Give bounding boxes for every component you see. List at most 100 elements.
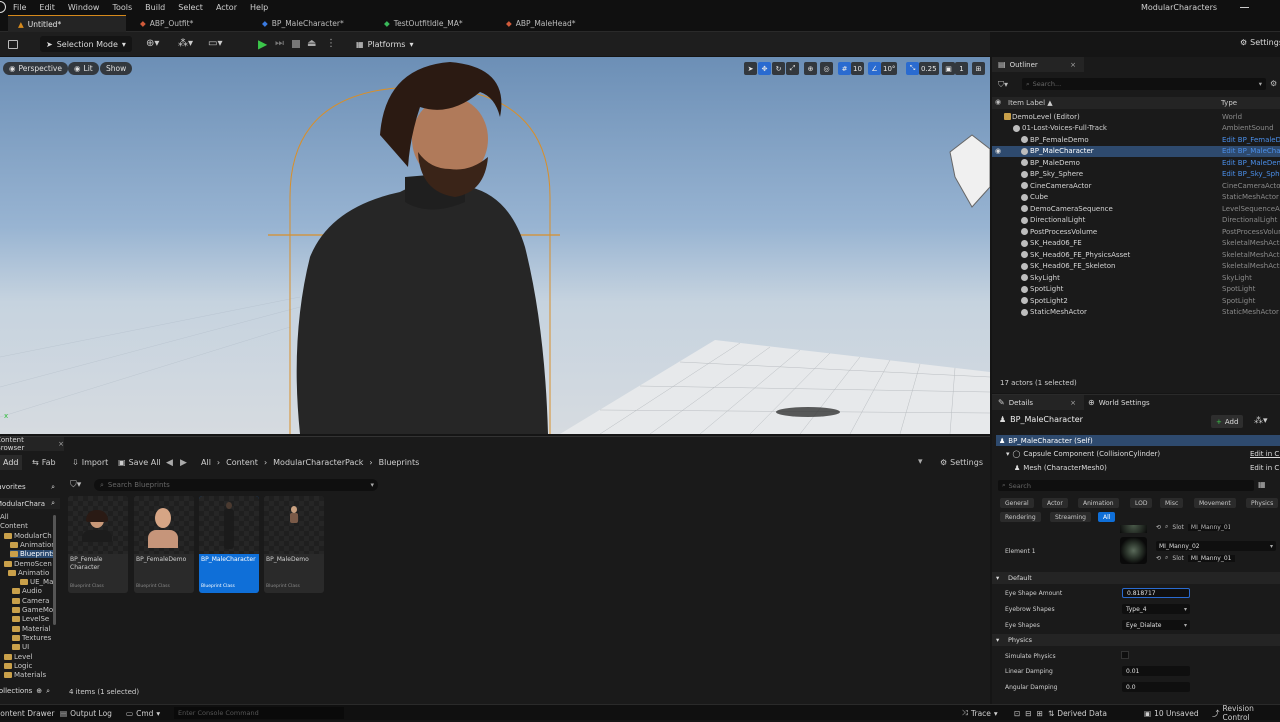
chevron-down-icon[interactable]: ▾: [918, 457, 923, 467]
outliner-row[interactable]: 01-Lost-Voices-Full-TrackAmbientSound: [992, 123, 1280, 135]
add-actor-icon[interactable]: ⊕▾: [146, 38, 159, 49]
folder-item[interactable]: Animation: [10, 541, 56, 549]
tab-bp-malecharacter[interactable]: ◆ BP_MaleCharacter*: [252, 15, 354, 32]
visibility-eye-icon[interactable]: ◉: [995, 147, 1001, 155]
revision-control-button[interactable]: ⤴ Revision Control: [1212, 705, 1280, 721]
trace-button[interactable]: ⤨ Trace ▾: [962, 705, 998, 721]
angular-damping-input[interactable]: 0.0: [1122, 682, 1190, 692]
outliner-row[interactable]: SK_Head06_FE_SkeletonSkeletalMeshActor: [992, 261, 1280, 273]
platforms-button[interactable]: ▦ Platforms ▾: [350, 36, 419, 52]
blueprint-options-icon[interactable]: ⁂▾: [1254, 416, 1268, 426]
outliner-row[interactable]: SpotLight2SpotLight: [992, 295, 1280, 307]
unreal-logo-icon[interactable]: [0, 1, 6, 13]
tab-testoutfitidle[interactable]: ◆ TestOutfitIdle_MA*: [374, 15, 473, 32]
eye-shapes-select[interactable]: Eye_Dialate ▾: [1122, 620, 1190, 630]
outliner-row[interactable]: SK_Head06_FESkeletalMeshActor: [992, 238, 1280, 250]
outliner-options-icon[interactable]: ⚙: [1270, 79, 1277, 88]
outliner-row[interactable]: PostProcessVolumePostProcessVolume: [992, 226, 1280, 238]
step-icon[interactable]: ⏭: [275, 38, 284, 49]
outliner-row[interactable]: CubeStaticMeshActor: [992, 192, 1280, 204]
eyebrow-shapes-select[interactable]: Type_4 ▾: [1122, 604, 1190, 614]
camera-speed-icon[interactable]: ▣: [942, 62, 955, 75]
folder-item[interactable]: Audio: [12, 587, 42, 595]
close-icon[interactable]: ×: [1070, 61, 1076, 69]
camera-speed-value[interactable]: 1: [955, 62, 968, 75]
outliner-row[interactable]: SkyLightSkyLight: [992, 272, 1280, 284]
folder-item[interactable]: Content: [0, 522, 28, 530]
close-icon[interactable]: ×: [58, 440, 64, 448]
outliner-row[interactable]: StaticMeshActorStaticMeshActor: [992, 307, 1280, 319]
asset-tile[interactable]: BP_Female Character Blueprint Class: [68, 496, 128, 593]
outliner-search[interactable]: ⌕ Search... ▾: [1022, 78, 1266, 90]
close-icon[interactable]: ×: [1070, 399, 1076, 407]
blueprint-menu-icon[interactable]: ⁂▾: [178, 38, 193, 49]
filter-tab-misc[interactable]: Misc: [1160, 498, 1183, 508]
eject-icon[interactable]: ⏏: [307, 38, 316, 49]
tree-scrollbar[interactable]: [53, 515, 56, 625]
folder-item[interactable]: GameMo: [12, 606, 53, 614]
filter-tab-lod[interactable]: LOD: [1130, 498, 1152, 508]
world-space-icon[interactable]: ⊕: [804, 62, 817, 75]
outliner-row[interactable]: DemoLevel (Editor)World: [992, 111, 1280, 123]
column-type[interactable]: Type: [1221, 99, 1237, 107]
stop-icon[interactable]: [292, 40, 300, 48]
section-default[interactable]: ▾ Default: [992, 572, 1280, 584]
filter-icon[interactable]: ⛉▾: [70, 480, 81, 490]
outliner-row[interactable]: BP_MaleDemoEdit BP_MaleDemo: [992, 157, 1280, 169]
save-all-button[interactable]: ▣ Save All: [118, 458, 161, 467]
folder-item[interactable]: UE_Ma: [20, 578, 53, 586]
tab-untitled[interactable]: ▲ Untitled*: [8, 15, 126, 32]
cinematics-icon[interactable]: ▭▾: [208, 38, 222, 49]
menu-item-edit[interactable]: Edit: [39, 3, 55, 12]
outliner-row-type[interactable]: Edit BP_MaleCharacter: [1222, 147, 1280, 155]
outliner-tab[interactable]: ▤ Outliner ×: [992, 57, 1084, 72]
root-header[interactable]: ModularChara ⌕: [0, 498, 60, 509]
viewport-options-button[interactable]: ◉ Perspective: [3, 62, 68, 75]
content-browser-tab[interactable]: Content Browser ×: [0, 437, 64, 451]
output-log-button[interactable]: ▤ Output Log: [60, 705, 112, 721]
world-settings-tab[interactable]: ⊕ World Settings: [1086, 395, 1150, 410]
folder-item[interactable]: LevelSe: [12, 615, 49, 623]
menu-item-tools[interactable]: Tools: [112, 3, 132, 12]
component-self[interactable]: ♟ BP_MaleCharacter (Self): [996, 435, 1280, 446]
folder-item[interactable]: DemoScen: [4, 560, 52, 568]
content-settings-button[interactable]: ⚙ Settings: [940, 458, 983, 467]
outliner-row[interactable]: SK_Head06_FE_PhysicsAssetSkeletalMeshAct…: [992, 249, 1280, 261]
add-button[interactable]: Add: [0, 455, 22, 470]
outliner-row[interactable]: SpotLightSpotLight: [992, 284, 1280, 296]
add-collection-icon[interactable]: ⊕: [36, 687, 42, 695]
details-search[interactable]: ⌕ Search: [998, 480, 1254, 491]
browse-icon[interactable]: ⟲: [1156, 555, 1161, 562]
filter-tab-general[interactable]: General: [1000, 498, 1034, 508]
search-icon[interactable]: ⌕: [51, 483, 55, 492]
slot-value[interactable]: MI_Manny_01: [1188, 555, 1235, 562]
asset-tile[interactable]: BP_MaleDemo Blueprint Class: [264, 496, 324, 593]
save-icon[interactable]: [8, 40, 18, 49]
edit-in-cpp-link[interactable]: Edit in C++: [1250, 450, 1280, 458]
more-options-icon[interactable]: ⋮: [326, 38, 336, 49]
folder-item[interactable]: Blueprints: [10, 550, 56, 558]
surface-snap-icon[interactable]: ◎: [820, 62, 833, 75]
minimize-icon[interactable]: [1240, 7, 1249, 8]
outliner-row[interactable]: BP_Sky_SphereEdit BP_Sky_Sphere: [992, 169, 1280, 181]
filter-tab-all[interactable]: All: [1098, 512, 1115, 522]
outliner-row[interactable]: DemoCameraSequenceLevelSequenceActor: [992, 203, 1280, 215]
filter-tab-actor[interactable]: Actor: [1042, 498, 1068, 508]
view-mode-button[interactable]: ◉ Lit: [68, 62, 99, 75]
outliner-row-type[interactable]: Edit BP_Sky_Sphere: [1222, 170, 1280, 178]
unsaved-button[interactable]: ▣ 10 Unsaved: [1144, 705, 1199, 721]
history-back-icon[interactable]: ◀: [166, 458, 173, 468]
component-capsule[interactable]: ▾ ◯ Capsule Component (CollisionCylinder…: [1006, 450, 1160, 458]
linear-damping-input[interactable]: 0.01: [1122, 666, 1190, 676]
material-select[interactable]: MI_Manny_02 ▾: [1156, 541, 1276, 551]
menu-item-build[interactable]: Build: [145, 3, 165, 12]
content-drawer-button[interactable]: Content Drawer: [0, 705, 55, 721]
breadcrumb-item[interactable]: All: [201, 458, 211, 467]
folder-item[interactable]: All: [0, 513, 9, 521]
filter-icon[interactable]: ⛉▾: [998, 80, 1008, 90]
collections-header[interactable]: Collections ⊕ ⌕: [0, 685, 60, 697]
folder-item[interactable]: Textures: [12, 634, 51, 642]
settings-button[interactable]: ⚙ Settings: [1240, 38, 1280, 47]
scale-snap-icon[interactable]: ⤡: [906, 62, 919, 75]
grid-size-value[interactable]: 10: [851, 62, 864, 75]
